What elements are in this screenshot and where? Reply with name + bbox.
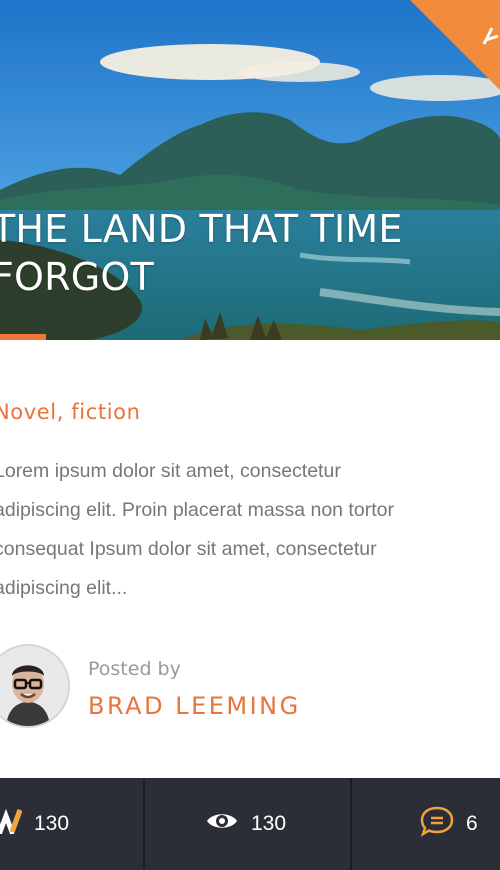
corner-ribbon[interactable]	[410, 0, 500, 90]
logo-w-icon	[0, 808, 23, 840]
author-name-link[interactable]: BRAD LEEMING	[88, 692, 301, 720]
avatar[interactable]	[0, 644, 70, 728]
stat-divider	[350, 778, 352, 870]
post-title[interactable]: THE LAND THAT TIME FORGOT	[0, 205, 403, 301]
likes-count: 130	[34, 812, 70, 835]
stat-divider	[143, 778, 145, 870]
post-excerpt: Lorem ipsum dolor sit amet, consectetur …	[0, 452, 494, 608]
post-stats-bar: 130 130 6	[0, 778, 500, 870]
likes-stat[interactable]: 130	[0, 778, 69, 870]
comments-stat[interactable]: 6	[420, 778, 478, 870]
post-tags[interactable]: Novel, fiction	[0, 400, 141, 424]
posted-by-label: Posted by	[88, 658, 181, 680]
views-stat[interactable]: 130	[205, 778, 286, 870]
post-hero-image[interactable]: THE LAND THAT TIME FORGOT	[0, 0, 500, 340]
eye-icon	[205, 810, 239, 838]
excerpt-line: adipiscing elit. Proin placerat massa no…	[0, 499, 394, 521]
comments-count: 6	[466, 812, 478, 835]
views-count: 130	[251, 812, 287, 835]
title-accent-bar	[0, 334, 46, 340]
comment-bubble-icon	[420, 805, 454, 843]
excerpt-line: adipiscing elit...	[0, 577, 128, 599]
excerpt-line: consequat Ipsum dolor sit amet, consecte…	[0, 538, 377, 560]
excerpt-line: Lorem ipsum dolor sit amet, consectetur	[0, 460, 341, 482]
post-title-line1: THE LAND THAT TIME	[0, 207, 403, 251]
post-title-line2: FORGOT	[0, 255, 154, 299]
